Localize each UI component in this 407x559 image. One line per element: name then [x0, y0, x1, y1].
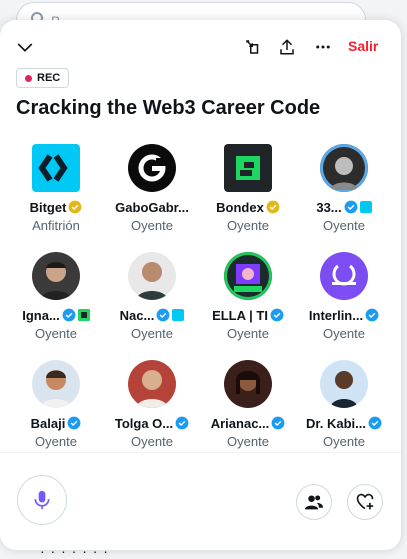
participant-card[interactable]: Tolga O... Oyente	[104, 360, 200, 452]
space-panel: Salir REC Cracking the Web3 Career Code …	[0, 20, 401, 550]
bitget-affiliate-icon	[359, 201, 372, 213]
participant-avatar	[320, 144, 368, 192]
blue-verified-badge-icon	[175, 416, 189, 430]
participant-role: Oyente	[323, 326, 365, 341]
blue-verified-badge-icon	[62, 308, 76, 322]
recording-dot-icon	[25, 74, 32, 82]
participant-name: Bitget	[29, 199, 67, 215]
participant-card[interactable]: GaboGabr... Oyente	[104, 144, 200, 252]
participant-avatar	[32, 360, 80, 408]
share-icon[interactable]	[272, 32, 302, 62]
participant-role: Anfitrión	[32, 218, 80, 233]
participant-card[interactable]: Interlin... Oyente	[296, 252, 392, 360]
rec-label: REC	[37, 72, 61, 84]
participant-name: Dr. Kabi...	[306, 415, 366, 431]
participant-role: Oyente	[323, 434, 365, 449]
participant-role: Oyente	[227, 218, 269, 233]
gold-verified-badge-icon	[266, 200, 280, 214]
participant-role: Oyente	[227, 326, 269, 341]
participant-role: Oyente	[35, 434, 77, 449]
participant-name: GaboGabr...	[115, 199, 189, 215]
participant-role: Oyente	[227, 434, 269, 449]
reactions-button[interactable]	[347, 484, 383, 520]
bondex-affiliate-icon	[77, 309, 90, 321]
blue-verified-badge-icon	[270, 308, 284, 322]
participant-card[interactable]: Bondex Oyente	[200, 144, 296, 252]
participant-card[interactable]: ELLA | TI Oyente	[200, 252, 296, 360]
interlink-logo-avatar	[320, 252, 368, 300]
participant-avatar	[128, 360, 176, 408]
blue-verified-badge-icon	[156, 308, 170, 322]
people-icon	[305, 495, 323, 510]
participant-name: 33...	[316, 199, 342, 215]
participant-card[interactable]: Igna... Oyente	[8, 252, 104, 360]
space-toolbar: Salir	[0, 20, 401, 72]
participant-avatar	[224, 252, 272, 300]
participant-role: Oyente	[131, 434, 173, 449]
bitget-affiliate-icon	[172, 309, 185, 321]
participant-name: Tolga O...	[114, 415, 174, 431]
bottom-divider	[0, 452, 401, 453]
more-options-icon[interactable]	[308, 32, 338, 62]
microphone-button[interactable]	[17, 475, 67, 525]
participant-card[interactable]: Balaji Oyente	[8, 360, 104, 452]
gabo-avatar	[128, 144, 176, 192]
minimize-dock-icon[interactable]	[238, 32, 268, 62]
participant-avatar	[224, 360, 272, 408]
participant-name: ELLA | TI	[212, 307, 268, 323]
participant-card[interactable]: Dr. Kabi... Oyente	[296, 360, 392, 452]
participant-card[interactable]: 33... Oyente	[296, 144, 392, 252]
participants-button[interactable]	[296, 484, 332, 520]
blue-verified-badge-icon	[365, 308, 379, 322]
participant-role: Oyente	[131, 218, 173, 233]
rec-badge: REC	[16, 68, 70, 88]
participant-role: Oyente	[323, 218, 365, 233]
participant-card[interactable]: Arianac... Oyente	[200, 360, 296, 452]
participant-card[interactable]: Bitget Anfitrión	[8, 144, 104, 252]
heart-plus-icon	[356, 493, 374, 510]
participant-avatar	[32, 252, 80, 300]
space-title: Cracking the Web3 Career Code	[16, 97, 321, 119]
participants-grid: Bitget Anfitrión GaboGabr... Oyente Bond…	[0, 144, 401, 452]
participant-card[interactable]: Nac... Oyente	[104, 252, 200, 360]
collapse-chevron-down-icon[interactable]	[10, 32, 40, 62]
participant-role: Oyente	[131, 326, 173, 341]
blue-verified-badge-icon	[344, 200, 358, 214]
blue-verified-badge-icon	[271, 416, 285, 430]
gold-verified-badge-icon	[69, 200, 82, 214]
participant-name: Nac...	[119, 307, 155, 323]
participant-name: Interlin...	[308, 307, 364, 323]
bitget-logo-avatar	[32, 144, 80, 192]
blue-verified-badge-icon	[67, 416, 81, 430]
participant-avatar	[128, 252, 176, 300]
blue-verified-badge-icon	[368, 416, 382, 430]
exit-button[interactable]: Salir	[348, 38, 378, 54]
participant-name: Bondex	[216, 199, 264, 215]
microphone-icon	[34, 490, 50, 510]
participant-name: Igna...	[22, 307, 60, 323]
participant-name: Arianac...	[210, 415, 270, 431]
bondex-logo-avatar	[224, 144, 272, 192]
participant-name: Balaji	[30, 415, 66, 431]
participant-avatar	[320, 360, 368, 408]
participant-role: Oyente	[35, 326, 77, 341]
